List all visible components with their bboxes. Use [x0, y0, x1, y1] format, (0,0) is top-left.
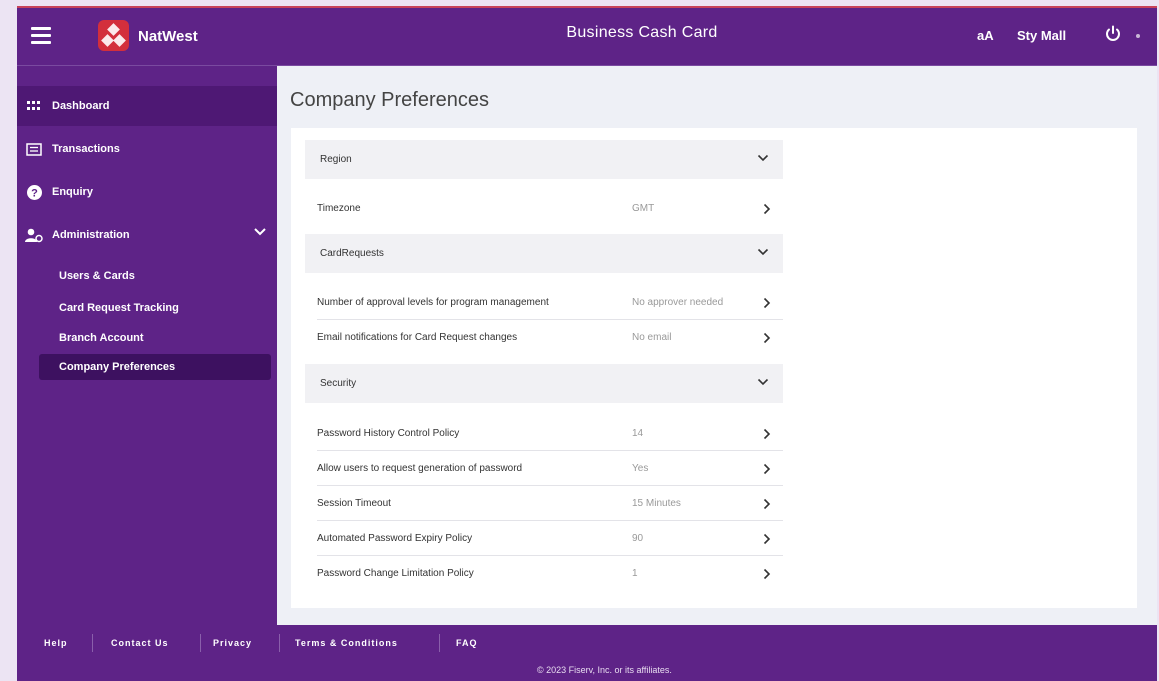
natwest-logo-icon	[98, 20, 129, 51]
chevron-right-icon	[763, 332, 771, 344]
pref-row-email-notifications[interactable]: Email notifications for Card Request cha…	[317, 320, 783, 355]
pref-row-password-change-limit[interactable]: Password Change Limitation Policy 1	[317, 556, 783, 591]
pref-value: No email	[632, 332, 672, 343]
chevron-right-icon	[763, 428, 771, 440]
footer-link-privacy[interactable]: Privacy	[213, 638, 252, 648]
svg-text:?: ?	[31, 187, 38, 199]
grid-icon	[25, 97, 43, 115]
app-window: NatWest Business Cash Card aA Sty Mall D…	[17, 6, 1157, 681]
sidebar-subitem-users-cards[interactable]: Users & Cards	[39, 263, 271, 289]
section-header-security[interactable]: Security	[305, 364, 783, 403]
footer-divider	[439, 634, 440, 652]
sidebar-subitem-label: Card Request Tracking	[59, 302, 179, 314]
footer-link-help[interactable]: Help	[44, 638, 68, 648]
main-content: Company Preferences Region Timezone GMT …	[277, 66, 1157, 625]
chevron-down-icon	[757, 378, 769, 386]
chevron-down-icon[interactable]	[253, 227, 267, 237]
page-title: Company Preferences	[290, 89, 489, 111]
pref-value: Yes	[632, 462, 649, 474]
chevron-right-icon	[763, 463, 771, 475]
app-title: Business Cash Card	[566, 24, 718, 41]
sidebar-subitem-branch-account[interactable]: Branch Account	[39, 325, 271, 351]
sidebar-subitem-company-preferences[interactable]: Company Preferences	[39, 354, 271, 380]
power-icon[interactable]	[1103, 24, 1123, 44]
sidebar-subitem-label: Branch Account	[59, 332, 144, 344]
chevron-right-icon	[763, 568, 771, 580]
help-circle-icon: ?	[25, 183, 43, 201]
pref-label: Session Timeout	[317, 497, 391, 509]
section-title: CardRequests	[320, 248, 384, 259]
chevron-right-icon	[763, 498, 771, 510]
footer: Help Contact Us Privacy Terms & Conditio…	[17, 625, 1157, 681]
pref-label: Number of approval levels for program ma…	[317, 296, 549, 308]
sidebar-item-administration[interactable]: Administration	[17, 215, 277, 255]
pref-row-timezone[interactable]: Timezone GMT	[317, 191, 783, 226]
chevron-down-icon	[757, 154, 769, 162]
pref-row-password-generation[interactable]: Allow users to request generation of pas…	[317, 451, 783, 486]
sidebar-item-label: Transactions	[52, 143, 120, 155]
sidebar-item-transactions[interactable]: Transactions	[17, 129, 277, 169]
user-admin-icon	[25, 226, 43, 244]
chevron-right-icon	[763, 533, 771, 545]
sidebar-subitem-label: Company Preferences	[59, 361, 176, 373]
section-header-cardrequests[interactable]: CardRequests	[305, 234, 783, 273]
sidebar-subitem-label: Users & Cards	[59, 270, 135, 282]
pref-row-approval-levels[interactable]: Number of approval levels for program ma…	[317, 285, 783, 320]
preferences-panel: Region Timezone GMT CardRequests Number …	[291, 128, 1137, 608]
sidebar: Dashboard Transactions ? Enquiry Adminis…	[17, 66, 277, 623]
sidebar-subitem-card-request-tracking[interactable]: Card Request Tracking	[39, 295, 271, 321]
sidebar-item-enquiry[interactable]: ? Enquiry	[17, 172, 277, 212]
hamburger-menu-icon[interactable]	[31, 27, 51, 44]
section-header-region[interactable]: Region	[305, 140, 783, 179]
section-title: Region	[320, 154, 352, 165]
brand-name: NatWest	[138, 28, 198, 45]
copyright-text: © 2023 Fiserv, Inc. or its affiliates.	[537, 665, 672, 675]
sidebar-item-label: Administration	[52, 229, 130, 241]
chevron-right-icon	[763, 297, 771, 309]
pref-label: Automated Password Expiry Policy	[317, 532, 473, 544]
pref-label: Email notifications for Card Request cha…	[317, 332, 518, 343]
pref-label: Allow users to request generation of pas…	[317, 462, 523, 474]
footer-link-terms[interactable]: Terms & Conditions	[295, 638, 398, 648]
pref-label: Password Change Limitation Policy	[317, 568, 474, 579]
more-indicator	[1136, 34, 1140, 38]
pref-value: 1	[632, 568, 638, 579]
footer-divider	[200, 634, 201, 652]
chevron-down-icon	[757, 248, 769, 256]
pref-value: 15 Minutes	[632, 497, 681, 509]
pref-value: No approver needed	[632, 296, 724, 308]
sidebar-item-label: Enquiry	[52, 186, 93, 198]
sidebar-item-dashboard[interactable]: Dashboard	[17, 86, 277, 126]
pref-row-password-expiry[interactable]: Automated Password Expiry Policy 90	[317, 521, 783, 556]
section-title: Security	[320, 378, 357, 389]
text-size-button[interactable]: aA	[977, 28, 994, 43]
footer-link-contact[interactable]: Contact Us	[111, 638, 169, 648]
pref-label: Timezone	[317, 203, 361, 214]
list-card-icon	[25, 140, 43, 158]
sidebar-item-label: Dashboard	[52, 100, 110, 112]
pref-value: 90	[632, 532, 644, 544]
pref-row-session-timeout[interactable]: Session Timeout 15 Minutes	[317, 486, 783, 521]
footer-divider	[92, 634, 93, 652]
chevron-right-icon	[763, 203, 771, 215]
user-name[interactable]: Sty Mall	[1017, 28, 1066, 43]
footer-link-faq[interactable]: FAQ	[456, 638, 478, 648]
footer-divider	[279, 634, 280, 652]
pref-label: Password History Control Policy	[317, 427, 460, 439]
top-bar: NatWest Business Cash Card aA Sty Mall	[17, 8, 1157, 66]
pref-value: GMT	[632, 203, 655, 214]
pref-row-password-history[interactable]: Password History Control Policy 14	[317, 416, 783, 451]
pref-value: 14	[632, 427, 644, 439]
